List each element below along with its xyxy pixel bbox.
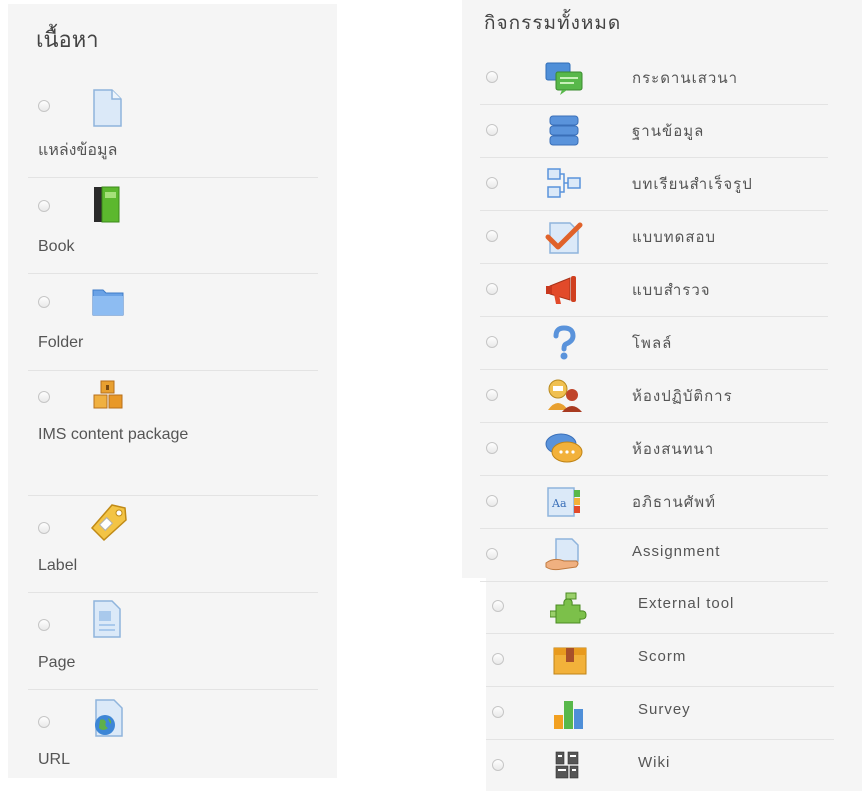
resource-page[interactable]: Page bbox=[28, 593, 318, 690]
chat-icon bbox=[544, 431, 584, 467]
activity-scorm-label: Scorm bbox=[638, 648, 687, 665]
folder-icon bbox=[90, 284, 126, 322]
activity-database-radio[interactable] bbox=[486, 124, 498, 136]
resource-book[interactable]: Book bbox=[28, 178, 318, 274]
activity-external-tool[interactable]: External tool bbox=[486, 581, 834, 634]
forum-icon bbox=[544, 60, 584, 96]
activity-database[interactable]: ฐานข้อมูล bbox=[480, 105, 828, 158]
scorm-package-icon bbox=[550, 642, 590, 678]
megaphone-icon bbox=[544, 272, 584, 308]
activity-wiki-label: Wiki bbox=[638, 754, 671, 771]
activity-quiz[interactable]: แบบทดสอบ bbox=[480, 211, 828, 264]
activity-survey-radio[interactable] bbox=[492, 706, 504, 718]
resource-page-radio[interactable] bbox=[38, 619, 50, 631]
activity-workshop[interactable]: ห้องปฏิบัติการ bbox=[480, 370, 828, 423]
activity-scorm[interactable]: Scorm bbox=[486, 634, 834, 687]
activity-quiz-label: แบบทดสอบ bbox=[632, 229, 717, 246]
resource-url-label: URL bbox=[38, 751, 71, 768]
resource-url[interactable]: URL bbox=[28, 690, 318, 776]
resource-file-radio[interactable] bbox=[38, 100, 50, 112]
activity-forum-radio[interactable] bbox=[486, 71, 498, 83]
activity-chat-radio[interactable] bbox=[486, 442, 498, 454]
resource-url-radio[interactable] bbox=[38, 716, 50, 728]
file-icon bbox=[90, 88, 126, 127]
activity-external-tool-label: External tool bbox=[638, 595, 735, 612]
activity-feedback-radio[interactable] bbox=[486, 283, 498, 295]
puzzle-icon bbox=[550, 589, 590, 625]
activity-forum-label: กระดานเสวนา bbox=[632, 70, 738, 87]
activity-choice[interactable]: โพลล์ bbox=[480, 317, 828, 370]
activities-title: กิจกรรมทั้งหมด bbox=[484, 13, 622, 34]
quiz-icon bbox=[544, 219, 584, 255]
resource-page-label: Page bbox=[38, 654, 76, 671]
activity-wiki-radio[interactable] bbox=[492, 759, 504, 771]
tag-icon bbox=[90, 502, 127, 542]
activity-assignment-radio[interactable] bbox=[486, 548, 498, 560]
resource-book-label: Book bbox=[38, 238, 75, 255]
package-icon bbox=[90, 377, 126, 415]
activity-wiki[interactable]: Wiki bbox=[486, 740, 834, 792]
activity-external-tool-radio[interactable] bbox=[492, 600, 504, 612]
svg-text:Aa: Aa bbox=[551, 497, 567, 510]
bar-chart-icon bbox=[550, 695, 590, 731]
workshop-icon bbox=[544, 378, 584, 414]
globe-page-icon bbox=[90, 698, 126, 737]
resources-panel: เนื้อหา แหล่งข้อมูล Book Folder IMS cont… bbox=[8, 4, 337, 778]
resource-ims-label: IMS content package bbox=[38, 426, 189, 443]
wiki-icon bbox=[550, 748, 590, 784]
activity-feedback-label: แบบสำรวจ bbox=[632, 282, 711, 299]
activity-scorm-radio[interactable] bbox=[492, 653, 504, 665]
lesson-icon bbox=[544, 166, 584, 202]
activity-glossary[interactable]: Aa อภิธานศัพท์ bbox=[480, 476, 828, 529]
resources-title: เนื้อหา bbox=[36, 28, 99, 53]
activity-choice-label: โพลล์ bbox=[632, 335, 673, 352]
activity-lesson[interactable]: บทเรียนสำเร็จรูป bbox=[480, 158, 828, 211]
activity-quiz-radio[interactable] bbox=[486, 230, 498, 242]
activity-assignment-label: Assignment bbox=[632, 543, 721, 560]
assignment-icon bbox=[544, 537, 584, 573]
resource-label-label: Label bbox=[38, 557, 78, 574]
activity-database-label: ฐานข้อมูล bbox=[632, 123, 705, 140]
activity-chat[interactable]: ห้องสนทนา bbox=[480, 423, 828, 476]
activity-lesson-radio[interactable] bbox=[486, 177, 498, 189]
resource-folder[interactable]: Folder bbox=[28, 274, 318, 371]
resource-ims[interactable]: IMS content package bbox=[28, 371, 318, 496]
activities-panel: กิจกรรมทั้งหมด กระดานเสวนา ฐานข้อมูล บทเ… bbox=[462, 0, 862, 791]
activity-survey-label: Survey bbox=[638, 701, 691, 718]
resource-ims-radio[interactable] bbox=[38, 391, 50, 403]
glossary-icon: Aa bbox=[544, 484, 584, 520]
database-icon bbox=[544, 113, 584, 149]
resource-file-label: แหล่งข้อมูล bbox=[38, 142, 118, 159]
resource-label-radio[interactable] bbox=[38, 522, 50, 534]
activity-glossary-radio[interactable] bbox=[486, 495, 498, 507]
activity-survey[interactable]: Survey bbox=[486, 687, 834, 740]
activity-lesson-label: บทเรียนสำเร็จรูป bbox=[632, 176, 753, 193]
book-icon bbox=[90, 184, 126, 223]
activity-choice-radio[interactable] bbox=[486, 336, 498, 348]
activity-workshop-radio[interactable] bbox=[486, 389, 498, 401]
resource-label[interactable]: Label bbox=[28, 496, 318, 593]
resource-book-radio[interactable] bbox=[38, 200, 50, 212]
resource-folder-radio[interactable] bbox=[38, 296, 50, 308]
question-icon bbox=[544, 325, 584, 361]
activity-workshop-label: ห้องปฏิบัติการ bbox=[632, 388, 733, 405]
resource-folder-label: Folder bbox=[38, 334, 84, 351]
activity-assignment[interactable]: Assignment bbox=[480, 529, 828, 582]
page-icon bbox=[90, 599, 126, 638]
activity-glossary-label: อภิธานศัพท์ bbox=[632, 494, 717, 511]
activity-chat-label: ห้องสนทนา bbox=[632, 441, 715, 458]
activity-feedback[interactable]: แบบสำรวจ bbox=[480, 264, 828, 317]
resource-file[interactable]: แหล่งข้อมูล bbox=[28, 82, 318, 178]
activity-forum[interactable]: กระดานเสวนา bbox=[480, 52, 828, 105]
